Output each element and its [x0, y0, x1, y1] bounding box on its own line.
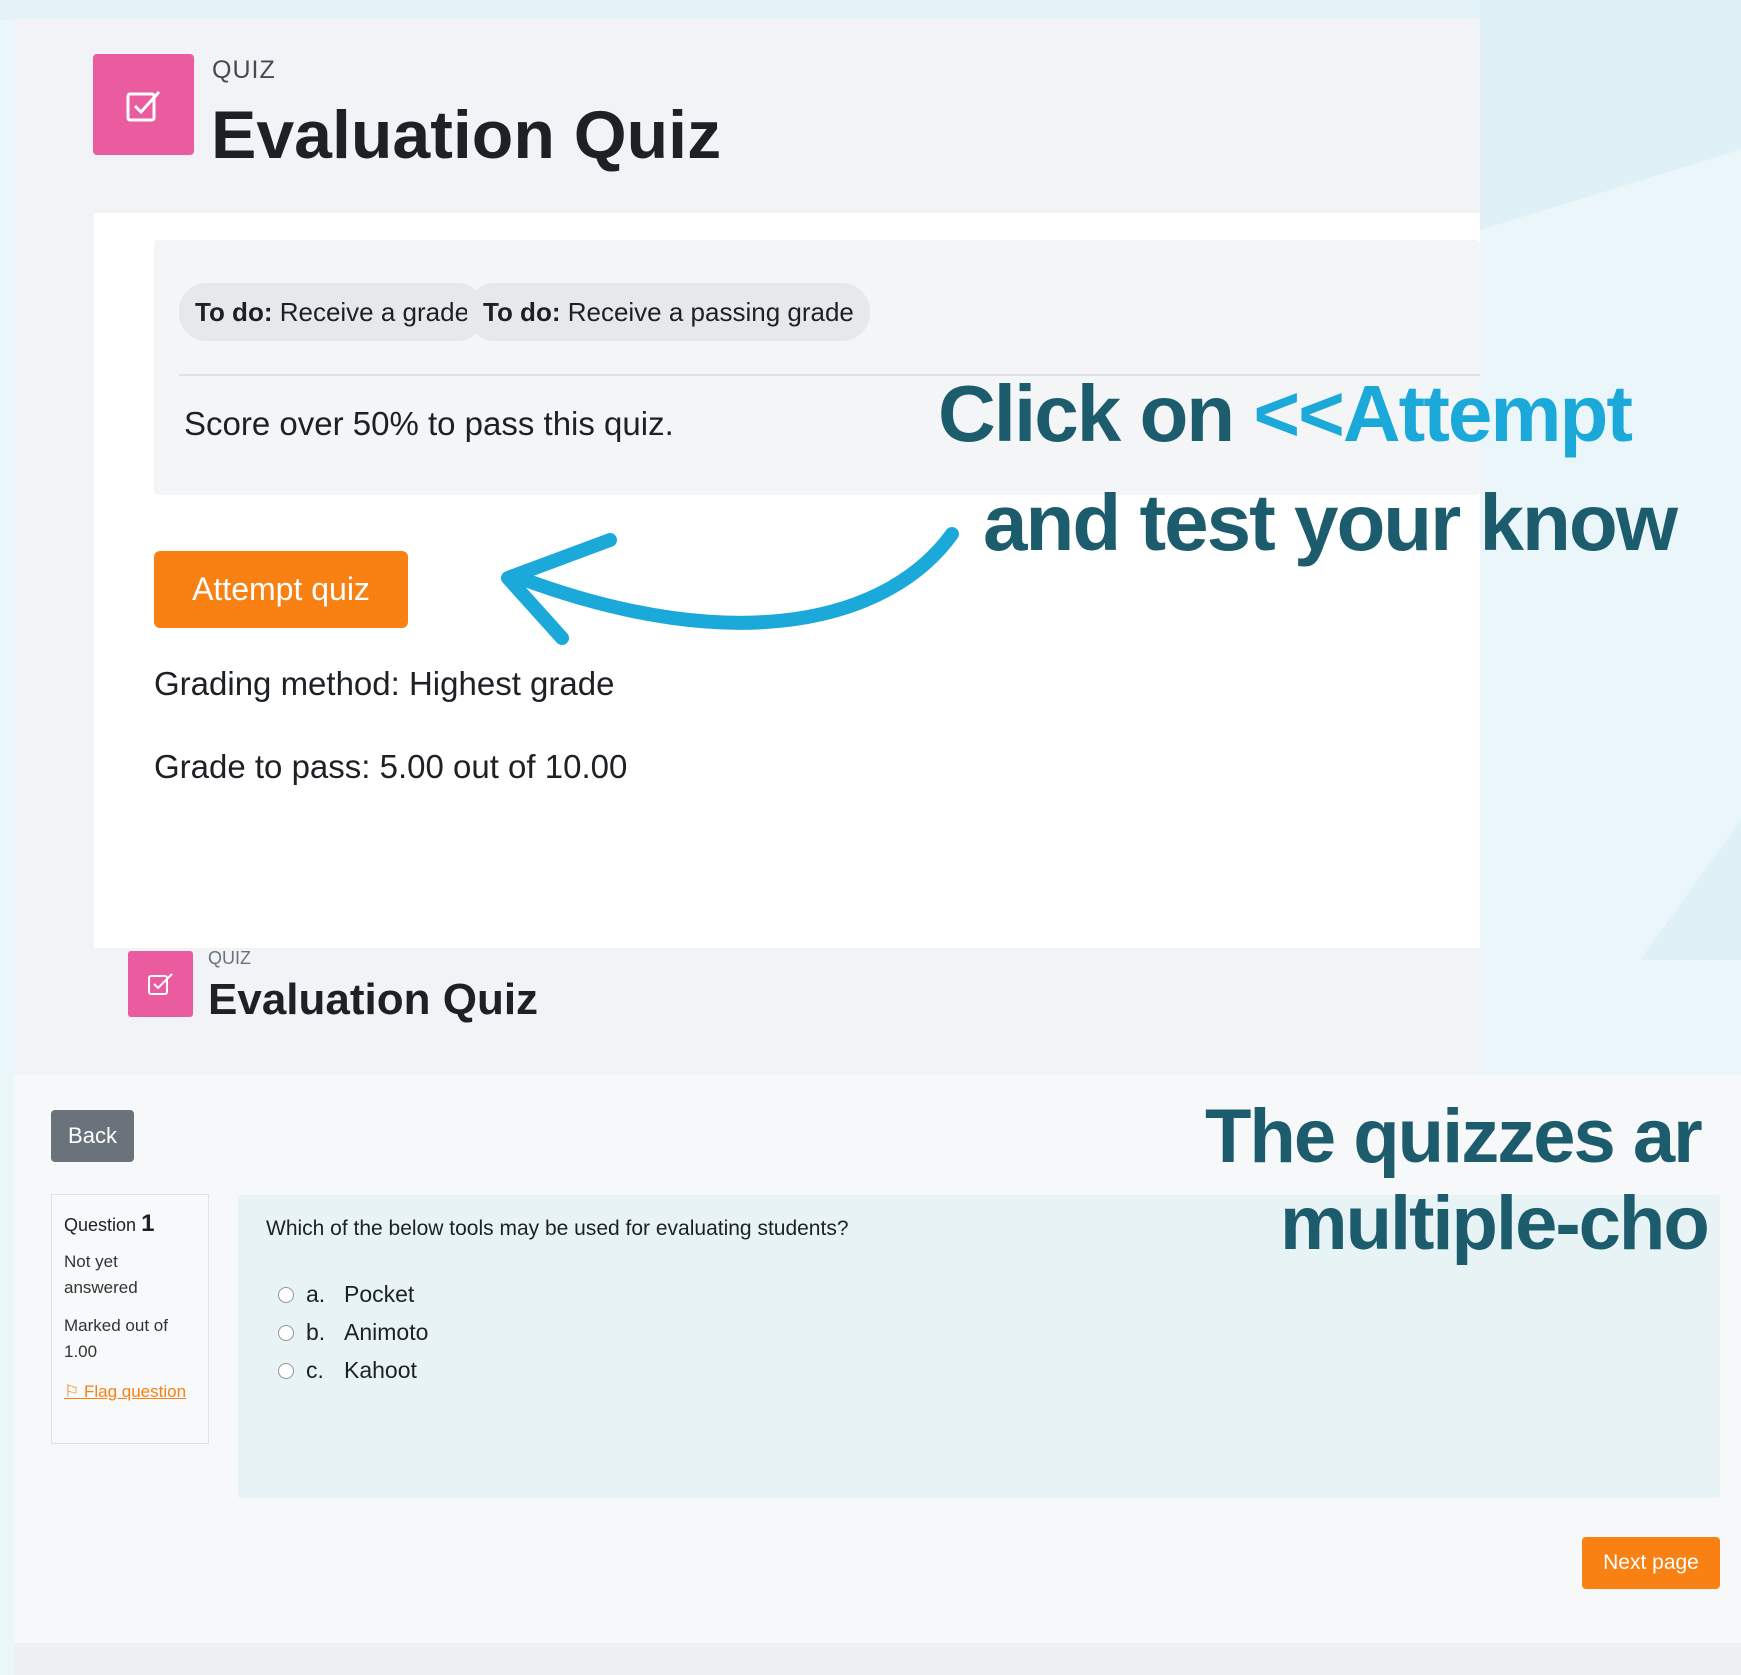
callout-quiz-type-line1: The quizzes ar: [1205, 1094, 1703, 1179]
pass-note: Score over 50% to pass this quiz.: [184, 405, 674, 442]
flag-question-link[interactable]: ⚐ Flag question: [64, 1379, 194, 1405]
curved-arrow-icon: [501, 527, 959, 645]
next-page-button[interactable]: Next page: [1582, 1537, 1720, 1589]
back-button[interactable]: Back: [51, 1110, 134, 1162]
question-state: Not yet answered: [64, 1252, 138, 1297]
callout-attempt-line2: and test your know: [983, 478, 1678, 567]
badge-prefix: To do:: [483, 297, 561, 327]
checkbox-edit-icon: [148, 973, 173, 995]
callout-attempt-line1: Click on <<Attempt: [938, 368, 1633, 460]
callout-quiz-type-line2: multiple-cho: [1280, 1181, 1710, 1266]
completion-badge-grade: To do: Receive a grade: [179, 283, 486, 341]
attempt-quiz-button[interactable]: Attempt quiz: [154, 551, 408, 628]
badge-text: Receive a grade: [272, 297, 470, 327]
question-text: Which of the below tools may be used for…: [266, 1217, 849, 1240]
question-number: Question 1: [64, 1210, 154, 1238]
answer-letter: b.: [306, 1319, 326, 1345]
flag-icon: ⚐: [64, 1382, 84, 1401]
page-title-small: Evaluation Quiz: [208, 975, 539, 1024]
radio-button[interactable]: [278, 1362, 294, 1379]
radio-button[interactable]: [278, 1324, 294, 1341]
answer-option-b[interactable]: b. Animoto: [278, 1319, 428, 1346]
quiz-activity-icon: [93, 54, 194, 155]
background-decoration: [1640, 820, 1741, 960]
page-header: QUIZ Evaluation Quiz: [14, 18, 1480, 213]
answer-text: Animoto: [344, 1319, 429, 1345]
badge-prefix: To do:: [195, 297, 273, 327]
question-number-value: 1: [141, 1210, 155, 1237]
answer-letter: a.: [306, 1281, 326, 1307]
question-marks: Marked out of 1.00: [64, 1316, 168, 1361]
callout-text: Click on: [938, 369, 1254, 458]
grading-method: Grading method: Highest grade: [154, 665, 615, 702]
page-title: Evaluation Quiz: [211, 97, 722, 173]
grade-to-pass: Grade to pass: 5.00 out of 10.00: [154, 748, 628, 785]
activity-type-label: QUIZ: [212, 56, 276, 84]
checkbox-edit-icon: [126, 90, 161, 122]
answer-text: Pocket: [344, 1281, 415, 1307]
quiz-activity-icon-small: [128, 951, 193, 1017]
radio-button[interactable]: [278, 1286, 294, 1303]
background-band: [0, 0, 1741, 20]
badge-text: Receive a passing grade: [560, 297, 854, 327]
activity-type-label-small: QUIZ: [208, 948, 251, 968]
question-info: Question 1 Not yet answered Marked out o…: [51, 1194, 209, 1444]
answer-text: Kahoot: [344, 1357, 417, 1383]
flag-label: Flag question: [83, 1382, 187, 1401]
callout-highlight: <<Attempt: [1253, 369, 1633, 458]
background-decoration: [1480, 0, 1741, 230]
answer-letter: c.: [306, 1357, 324, 1383]
completion-badge-passing: To do: Receive a passing grade: [467, 283, 870, 341]
question-label: Question: [64, 1215, 137, 1235]
footer-band: [14, 1643, 1741, 1675]
answer-option-c[interactable]: c. Kahoot: [278, 1357, 417, 1384]
answer-option-a[interactable]: a. Pocket: [278, 1281, 414, 1308]
